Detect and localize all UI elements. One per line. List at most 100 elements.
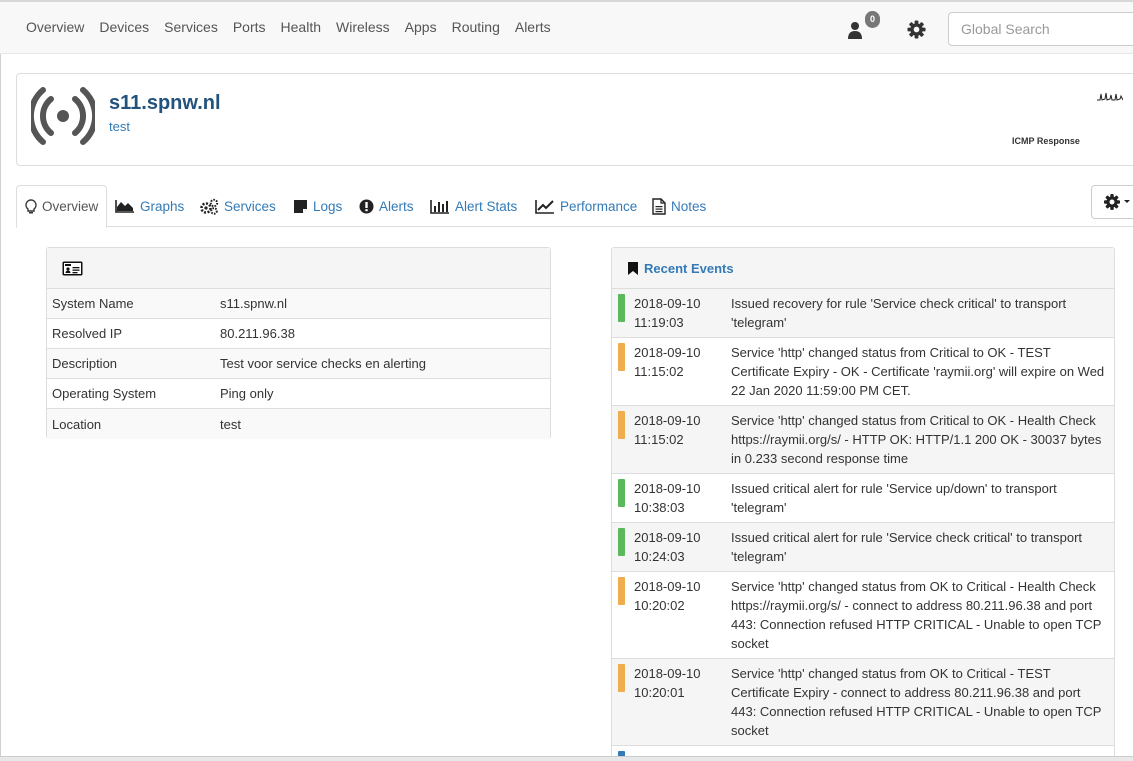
window-bottom-edge <box>0 756 1133 761</box>
event-date: 2018-09-10 <box>634 530 701 545</box>
overview-table: System Name s11.spnw.nl Resolved IP 80.2… <box>47 289 550 439</box>
event-row: 2018-09-10 11:15:02 Service 'http' changed… <box>612 406 1114 474</box>
icmp-sparkline[interactable] <box>1097 90 1123 104</box>
nav-overview[interactable]: Overview <box>26 19 84 35</box>
event-message: Issued critical alert for rule 'Service … <box>731 481 1057 515</box>
event-timestamp: 2018-09-10 11:19:03 <box>612 294 731 332</box>
event-timestamp: 2018-09-10 10:20:01 <box>612 664 731 740</box>
event-row: 2018-09-10 10:20:01 Service 'http' changed… <box>612 659 1114 746</box>
gear-icon[interactable] <box>907 20 926 39</box>
row-key: Resolved IP <box>52 326 123 341</box>
top-navbar: Overview Devices Services Ports Health W… <box>0 0 1133 54</box>
device-header: s11.spnw.nl test ICMP Response <box>16 73 1133 166</box>
table-row: Description Test voor service checks en … <box>47 349 550 379</box>
device-location-link[interactable]: test <box>109 119 130 134</box>
nav-devices[interactable]: Devices <box>99 19 149 35</box>
user-icon[interactable] <box>846 20 864 40</box>
tab-graphs[interactable]: Graphs <box>115 185 184 227</box>
table-row: System Name s11.spnw.nl <box>47 289 550 319</box>
nav-alerts[interactable]: Alerts <box>515 19 551 35</box>
row-value: test <box>220 416 241 432</box>
event-date: 2018-09-10 <box>634 481 701 496</box>
tab-notes[interactable]: Notes <box>652 185 706 227</box>
event-date: 2018-09-10 <box>634 579 701 594</box>
nav-wireless[interactable]: Wireless <box>336 19 390 35</box>
nav-ports[interactable]: Ports <box>233 19 266 35</box>
page-edge <box>0 54 1 761</box>
event-date: 2018-09-10 <box>634 345 701 360</box>
nav-health[interactable]: Health <box>281 19 321 35</box>
tab-label: Logs <box>313 198 343 214</box>
tab-alert-stats[interactable]: Alert Stats <box>430 185 517 227</box>
events-panel-header: Recent Events <box>612 248 1114 289</box>
event-message: Issued critical alert for rule 'Service … <box>731 530 1083 564</box>
cogs-icon <box>200 198 219 215</box>
event-row: 2018-09-10 11:15:02 Service 'http' changed… <box>612 338 1114 406</box>
severity-indicator <box>618 528 625 556</box>
event-date: 2018-09-10 <box>634 666 701 681</box>
severity-indicator <box>618 479 625 507</box>
tab-label: Services <box>224 198 276 214</box>
severity-indicator <box>618 664 625 692</box>
global-search-input[interactable] <box>948 12 1133 46</box>
tab-label: Notes <box>671 198 707 214</box>
wireless-device-icon <box>31 87 95 145</box>
row-key: Operating System <box>52 386 157 401</box>
event-timestamp: 2018-09-10 11:15:02 <box>612 343 731 400</box>
lightbulb-icon <box>25 199 37 214</box>
nav-services[interactable]: Services <box>164 19 218 35</box>
tab-label: Alerts <box>379 198 414 214</box>
nav-routing[interactable]: Routing <box>452 19 500 35</box>
row-value: 80.211.96.38 <box>220 326 295 341</box>
event-row: 2018-09-10 11:19:03 Issued recovery for ru… <box>612 289 1114 338</box>
gear-icon <box>1104 194 1130 210</box>
event-timestamp: 2018-09-10 10:24:03 <box>612 528 731 566</box>
table-row: Operating System Ping only <box>47 379 550 409</box>
bookmark-icon <box>628 261 638 275</box>
recent-events-panel: Recent Events 2018-09-10 11:19:03 Issued r… <box>611 247 1115 761</box>
event-time: 11:15:02 <box>634 432 684 447</box>
event-time: 10:20:02 <box>634 598 685 613</box>
tab-label: Overview <box>42 199 99 214</box>
device-settings-dropdown[interactable] <box>1091 185 1133 219</box>
line-chart-icon <box>535 199 554 214</box>
event-date: 2018-09-10 <box>634 296 701 311</box>
event-time: 11:19:03 <box>634 315 684 330</box>
row-value: Ping only <box>220 386 274 401</box>
event-message: Issued recovery for rule 'Service check … <box>731 296 1067 330</box>
nav-apps[interactable]: Apps <box>405 19 437 35</box>
events-title[interactable]: Recent Events <box>644 261 734 276</box>
tab-logs[interactable]: Logs <box>293 185 342 227</box>
event-time: 11:15:02 <box>634 364 684 379</box>
event-date: 2018-09-10 <box>634 413 701 428</box>
main-menu: Overview Devices Services Ports Health W… <box>26 19 566 35</box>
icmp-response-label: ICMP Response <box>1012 136 1080 146</box>
overview-panel-header <box>47 248 550 289</box>
event-time: 10:38:03 <box>634 500 685 515</box>
tab-label: Graphs <box>140 198 185 214</box>
event-timestamp: 2018-09-10 10:20:02 <box>612 577 731 653</box>
event-message: Service 'http' changed status from Criti… <box>731 413 1102 466</box>
event-timestamp: 2018-09-10 10:38:03 <box>612 479 731 517</box>
id-card-icon <box>62 261 83 275</box>
event-list: 2018-09-10 11:19:03 Issued recovery for ru… <box>612 289 1114 761</box>
event-row: 2018-09-10 10:20:02 Service 'http' changed… <box>612 572 1114 659</box>
exclamation-circle-icon <box>359 199 374 213</box>
event-time: 10:20:01 <box>634 685 685 700</box>
tab-overview[interactable]: Overview <box>16 185 108 228</box>
tab-services[interactable]: Services <box>200 185 276 227</box>
severity-indicator <box>618 343 625 371</box>
tab-performance[interactable]: Performance <box>535 185 637 227</box>
table-row: Resolved IP 80.211.96.38 <box>47 319 550 349</box>
event-message: Service 'http' changed status from OK to… <box>731 666 1102 738</box>
notification-badge[interactable]: 0 <box>865 11 880 28</box>
table-row: Location test <box>47 409 550 439</box>
device-overview-panel: System Name s11.spnw.nl Resolved IP 80.2… <box>46 247 551 439</box>
severity-indicator <box>618 411 625 439</box>
event-row: 2018-09-10 10:38:03 Issued critical alert … <box>612 474 1114 523</box>
event-time: 10:24:03 <box>634 549 685 564</box>
event-row: 2018-09-10 10:24:03 Issued critical alert … <box>612 523 1114 572</box>
tab-alerts[interactable]: Alerts <box>359 185 414 227</box>
device-hostname[interactable]: s11.spnw.nl <box>109 92 221 115</box>
row-key: Location <box>52 416 102 432</box>
